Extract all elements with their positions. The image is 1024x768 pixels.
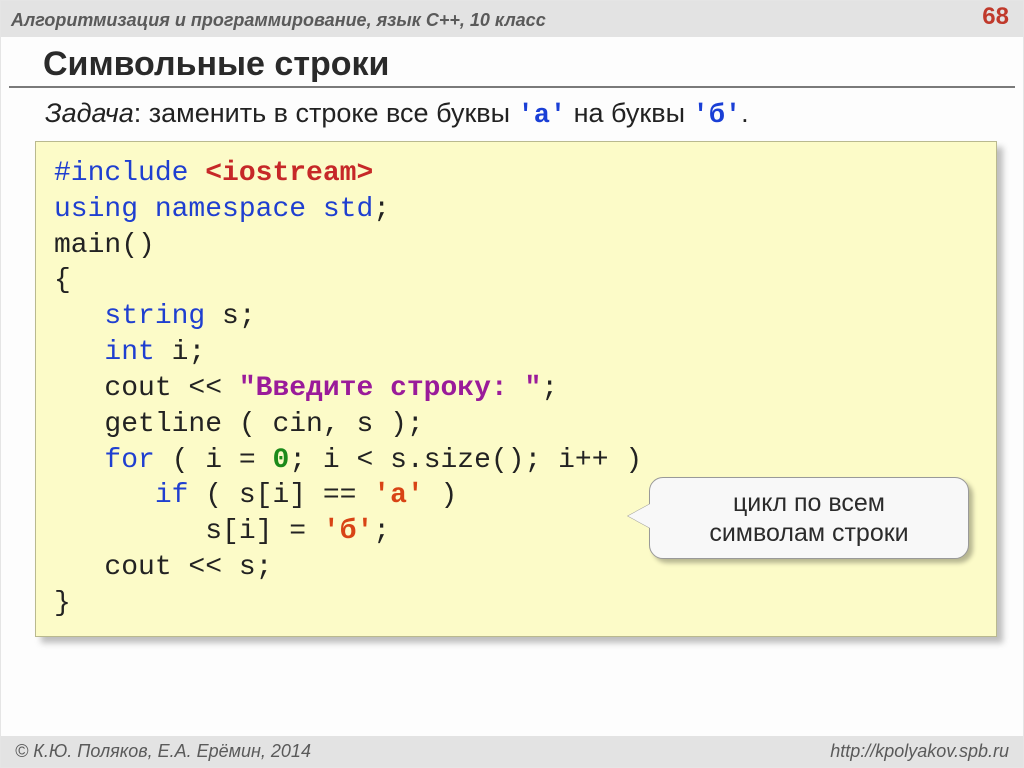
code-l7-end: ;	[541, 373, 558, 404]
code-l11a: s[i] =	[205, 516, 323, 547]
callout-line-2: символам строки	[664, 518, 954, 548]
code-std: std	[323, 194, 373, 225]
code-iostream: <iostream>	[205, 158, 373, 189]
callout-bubble: цикл по всем символам строки	[649, 477, 969, 559]
footer-copyright: © К.Ю. Поляков, Е.А. Ерёмин, 2014	[15, 741, 311, 762]
code-using: using	[54, 194, 138, 225]
code-close-brace: }	[54, 588, 71, 619]
topbar: Алгоритмизация и программирование, язык …	[1, 1, 1023, 37]
code-l6-rest: i;	[155, 337, 205, 368]
pad	[54, 552, 104, 583]
task-char-b: 'б'	[693, 101, 742, 131]
code-cout2: cout << s;	[104, 552, 272, 583]
page-number: 68	[982, 3, 1009, 31]
code-for: for	[104, 445, 154, 476]
code-namespace: namespace	[138, 194, 323, 225]
code-l10a: ( s[i] ==	[188, 480, 373, 511]
task-sep: :	[134, 98, 149, 128]
task-line: Задача: заменить в строке все буквы 'а' …	[1, 94, 1023, 141]
code-char-a: 'а'	[373, 480, 423, 511]
code-block: #include <iostream> using namespace std;…	[35, 141, 997, 637]
code-cout1: cout <<	[104, 373, 238, 404]
slide: Алгоритмизация и программирование, язык …	[0, 0, 1024, 768]
code-l9b: ; i < s.size(); i++ )	[289, 445, 642, 476]
pad	[54, 445, 104, 476]
footer-url: http://kpolyakov.spb.ru	[830, 741, 1009, 762]
code-include: #include	[54, 158, 205, 189]
pad	[54, 480, 155, 511]
task-tail: .	[741, 98, 749, 128]
code-char-b: 'б'	[323, 516, 373, 547]
code-type-int: int	[104, 337, 154, 368]
code-if: if	[155, 480, 189, 511]
code-type-string: string	[104, 301, 205, 332]
code-block-wrap: #include <iostream> using namespace std;…	[35, 141, 997, 637]
code-main: main()	[54, 230, 155, 261]
course-label: Алгоритмизация и программирование, язык …	[11, 10, 546, 31]
footer: © К.Ю. Поляков, Е.А. Ерёмин, 2014 http:/…	[1, 736, 1023, 767]
code-l9a: ( i =	[155, 445, 273, 476]
code-l5-rest: s;	[205, 301, 255, 332]
code-open-brace: {	[54, 265, 71, 296]
pad	[54, 337, 104, 368]
code-l2-end: ;	[373, 194, 390, 225]
task-char-a: 'а'	[518, 101, 567, 131]
task-lead: Задача	[45, 98, 134, 128]
pad	[54, 373, 104, 404]
pad	[54, 301, 104, 332]
task-part-2: на буквы	[566, 98, 692, 128]
code-getline: getline ( cin, s );	[104, 409, 423, 440]
code-zero: 0	[272, 445, 289, 476]
pad	[54, 409, 104, 440]
code-l10-end: )	[424, 480, 458, 511]
slide-title: Символьные строки	[9, 37, 1015, 88]
callout-line-1: цикл по всем	[664, 488, 954, 518]
code-l11-end: ;	[373, 516, 390, 547]
code-string-literal: "Введите строку: "	[239, 373, 541, 404]
pad	[54, 516, 205, 547]
task-part-1: заменить в строке все буквы	[149, 98, 518, 128]
